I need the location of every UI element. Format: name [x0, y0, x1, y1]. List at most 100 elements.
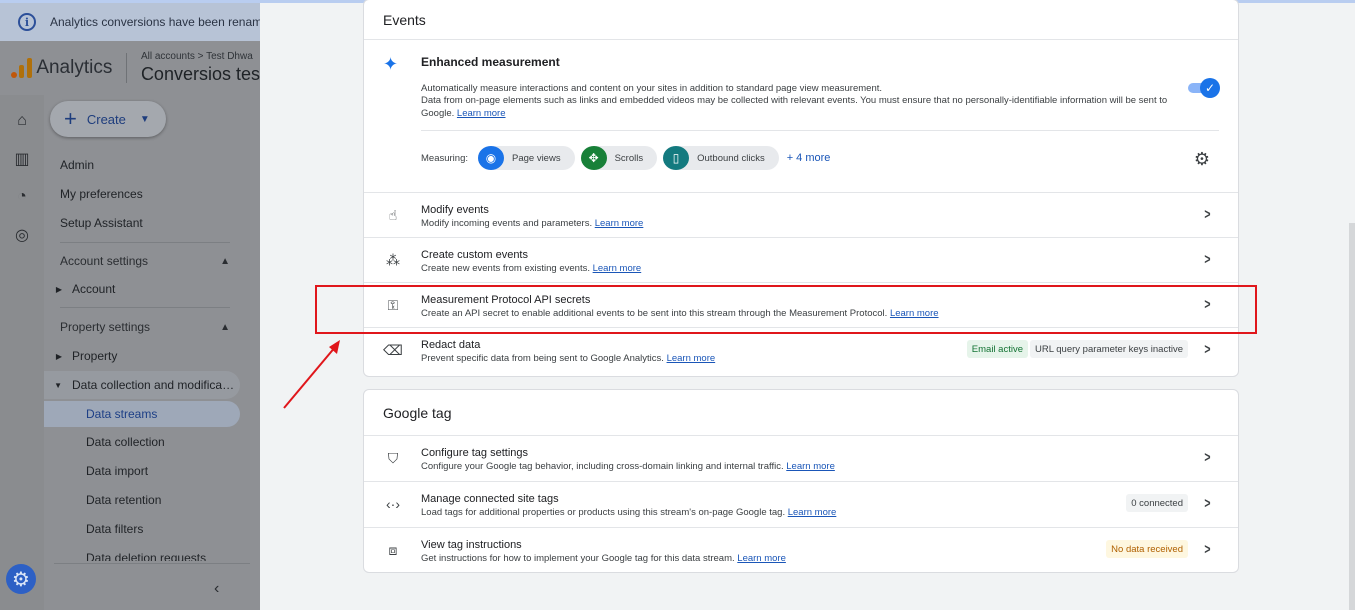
code-box-icon: ⧈ [388, 541, 398, 558]
nav-divider [60, 242, 230, 243]
row-manage-connected-site-tags[interactable]: ‹·› Manage connected site tags Load tags… [364, 482, 1238, 528]
chevron-right-icon: > [1204, 541, 1211, 558]
info-banner: i Analytics conversions have been rename… [0, 3, 260, 41]
nav-data-import[interactable]: Data import [86, 464, 148, 478]
collapse-nav-chevron-icon[interactable]: ‹ [214, 580, 219, 598]
nav-data-deletion[interactable]: Data deletion requests [86, 551, 206, 561]
chip-page-views: ◉ Page views [478, 146, 575, 170]
connected-count-badge: 0 connected [1126, 494, 1188, 512]
row-sub-text: Prevent specific data from being sent to… [421, 353, 664, 364]
check-icon: ✓ [1200, 78, 1220, 98]
measuring-row: Measuring: ◉ Page views ✥ Scrolls ▯ Outb… [421, 146, 830, 170]
create-button[interactable]: + Create ▼ [50, 101, 166, 137]
row-title: View tag instructions [421, 539, 522, 551]
row-modify-events[interactable]: ☝ Modify events Modify incoming events a… [364, 193, 1238, 238]
property-settings-label: Property settings [60, 320, 151, 334]
enhanced-measurement: ✦ Enhanced measurement Automatically mea… [364, 40, 1238, 193]
account-settings-section[interactable]: Account settings ▲ [44, 247, 240, 275]
nav-setup-assistant[interactable]: Setup Assistant [60, 216, 143, 230]
chevron-right-icon: > [1204, 206, 1211, 223]
info-icon: i [18, 13, 36, 31]
learn-more-link[interactable]: Learn more [667, 353, 716, 364]
chevron-right-icon: > [1204, 251, 1211, 268]
nav-data-filters[interactable]: Data filters [86, 522, 143, 536]
nav-divider [60, 307, 230, 308]
nav-my-preferences[interactable]: My preferences [60, 187, 143, 201]
more-measurements-link[interactable]: + 4 more [787, 152, 831, 164]
row-subtitle: Configure your Google tag behavior, incl… [421, 461, 835, 472]
learn-more-link[interactable]: Learn more [786, 461, 835, 472]
nav-property-label: Property [72, 349, 118, 363]
row-subtitle: Modify incoming events and parameters. L… [421, 218, 643, 229]
row-redact-data[interactable]: ⌫ Redact data Prevent specific data from… [364, 328, 1238, 373]
row-subtitle: Get instructions for how to implement yo… [421, 553, 786, 564]
scroll-arrows-icon: ✥ [580, 146, 607, 170]
header-divider [126, 53, 127, 83]
nav-data-streams[interactable]: Data streams [86, 407, 157, 421]
chevron-up-icon: ▲ [220, 255, 230, 267]
row-title: Redact data [421, 339, 481, 351]
nav-property[interactable]: ▶ Property [44, 342, 240, 370]
chevron-up-icon: ▲ [220, 321, 230, 333]
row-subtitle: Create new events from existing events. … [421, 263, 641, 274]
learn-more-link[interactable]: Learn more [737, 553, 786, 564]
learn-more-link[interactable]: Learn more [593, 263, 642, 274]
app-name: Analytics [36, 57, 113, 78]
breadcrumb: All accounts > Test Dhwa [140, 51, 253, 62]
enhanced-measurement-title: Enhanced measurement [421, 55, 560, 69]
chip-label: Page views [512, 152, 561, 164]
account-settings-label: Account settings [60, 254, 149, 268]
learn-more-link[interactable]: Learn more [595, 218, 644, 229]
annotation-arrow-icon [283, 340, 340, 409]
admin-gear-icon[interactable]: ⚙ [6, 564, 36, 594]
scrollbar[interactable] [1349, 223, 1355, 610]
row-subtitle: Prevent specific data from being sent to… [421, 353, 715, 364]
row-configure-tag-settings[interactable]: ⛉ Configure tag settings Configure your … [364, 436, 1238, 482]
nav-data-collection[interactable]: Data collection [86, 435, 165, 449]
explore-icon[interactable]: ◔ [12, 187, 32, 207]
measuring-label: Measuring: [421, 152, 468, 164]
enhanced-measurement-toggle[interactable]: ✓ [1188, 78, 1220, 98]
plus-icon: + [64, 106, 77, 131]
advertising-icon[interactable]: ◎ [12, 225, 32, 245]
row-sub-text: Get instructions for how to implement yo… [421, 553, 735, 564]
nav-admin[interactable]: Admin [60, 158, 94, 172]
analytics-logo-icon [10, 56, 32, 80]
eye-icon: ◉ [478, 146, 504, 170]
reports-icon[interactable]: ▥ [12, 149, 32, 169]
nav-data-collection-modification[interactable]: ▼ Data collection and modifica… [44, 371, 240, 399]
events-title: Events [364, 0, 1238, 40]
chevron-right-icon: > [1204, 495, 1211, 512]
status-badge-url-query: URL query parameter keys inactive [1029, 340, 1188, 358]
row-title: Configure tag settings [421, 447, 529, 459]
learn-more-link[interactable]: Learn more [457, 108, 506, 119]
cursor-click-icon: ⁂ [386, 251, 400, 268]
left-rail: ⌂ ▥ ◔ ◎ ⚙ [0, 95, 44, 610]
sparkle-icon: ✦ [383, 54, 399, 74]
row-sub-text: Modify incoming events and parameters. [421, 218, 593, 229]
property-name: Conversios tes [140, 64, 260, 84]
row-title: Modify events [421, 204, 489, 216]
chip-label: Scrolls [614, 152, 644, 164]
chevron-right-icon: > [1204, 449, 1211, 466]
row-view-tag-instructions[interactable]: ⧈ View tag instructions Get instructions… [364, 528, 1238, 572]
expand-arrow-icon: ▶ [55, 284, 62, 294]
eraser-icon: ⌫ [383, 341, 403, 358]
property-settings-section[interactable]: Property settings ▲ [44, 313, 240, 341]
app-header: Analytics All accounts > Test Dhwa Conve… [0, 41, 260, 95]
learn-more-link[interactable]: Learn more [788, 507, 837, 518]
row-subtitle: Load tags for additional properties or p… [421, 507, 836, 518]
nav-data-retention[interactable]: Data retention [86, 493, 161, 507]
expand-arrow-icon: ▶ [55, 351, 62, 361]
home-icon[interactable]: ⌂ [12, 111, 32, 131]
code-arrows-icon: ‹·› [386, 496, 400, 512]
caret-down-icon: ▼ [139, 113, 150, 125]
tag-icon: ⛉ [387, 449, 399, 466]
settings-gear-icon[interactable]: ⚙ [1194, 149, 1210, 170]
property-selector[interactable]: All accounts > Test Dhwa Conversios tes [141, 51, 260, 85]
row-create-custom-events[interactable]: ⁂ Create custom events Create new events… [364, 238, 1238, 283]
annotation-highlight-box [315, 285, 1257, 334]
row-sub-text: Create new events from existing events. [421, 263, 590, 274]
google-tag-title: Google tag [364, 390, 1238, 436]
nav-account[interactable]: ▶ Account [44, 275, 240, 303]
